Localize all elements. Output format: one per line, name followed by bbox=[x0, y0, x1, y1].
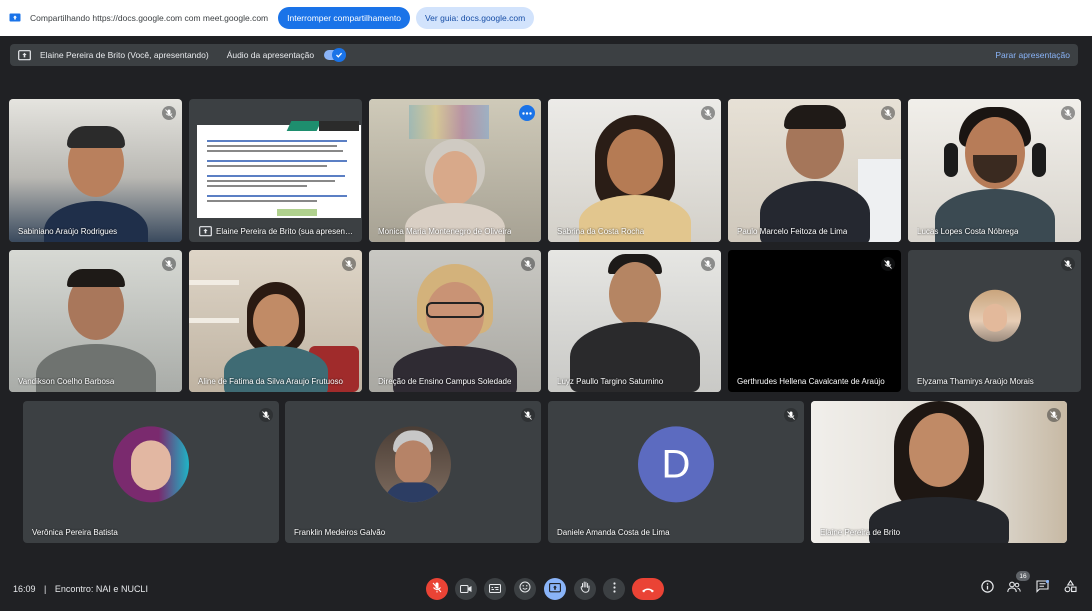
participant-name: Luyz Paullo Targino Saturnino bbox=[557, 377, 664, 386]
shared-document-preview bbox=[197, 121, 361, 218]
hand-icon bbox=[580, 580, 591, 598]
check-icon bbox=[332, 48, 347, 62]
participant-name: Sabrina da Costa Rocha bbox=[557, 227, 645, 236]
clock-time: 16:09 bbox=[13, 584, 36, 594]
participant-name: Elaine Pereira de Brito (sua apresentaçã… bbox=[216, 227, 355, 236]
people-button[interactable] bbox=[1006, 581, 1022, 597]
participant-tile[interactable]: Monica Maria Montenegro de Oliveira bbox=[369, 99, 541, 242]
participant-tile[interactable]: Elaine Pereira de Brito bbox=[811, 401, 1067, 543]
more-options-icon[interactable] bbox=[519, 105, 535, 121]
participant-tile[interactable]: Elyzama Thamirys Araújo Morais bbox=[908, 250, 1081, 392]
present-screen-icon bbox=[8, 12, 22, 24]
meeting-info: 16:09 | Encontro: NAI e NUCLI bbox=[13, 584, 148, 594]
chat-icon bbox=[1035, 579, 1049, 598]
participant-name: Elaine Pereira de Brito bbox=[820, 528, 901, 537]
people-icon bbox=[1007, 580, 1021, 598]
participant-name: Monica Maria Montenegro de Oliveira bbox=[378, 227, 512, 236]
mic-off-icon bbox=[1061, 257, 1075, 271]
meeting-title: Encontro: NAI e NUCLI bbox=[54, 584, 148, 594]
mic-off-icon bbox=[162, 257, 176, 271]
stop-sharing-button[interactable]: Interromper compartilhamento bbox=[278, 7, 410, 29]
participant-name: Sabiniano Araújo Rodrigues bbox=[18, 227, 118, 236]
present-screen-icon bbox=[198, 224, 212, 238]
present-button[interactable] bbox=[544, 578, 566, 600]
activities-icon bbox=[1064, 579, 1077, 598]
participant-tile[interactable]: Aline de Fatima da Silva Araujo Frutuoso bbox=[189, 250, 362, 392]
mic-off-icon bbox=[432, 580, 442, 598]
sharing-status-text: Compartilhando https://docs.google.com c… bbox=[30, 13, 269, 23]
camera-icon bbox=[460, 580, 472, 598]
participant-name: Vandikson Coelho Barbosa bbox=[18, 377, 115, 386]
avatar: D bbox=[638, 426, 714, 503]
mic-off-icon bbox=[784, 408, 798, 422]
view-tab-button[interactable]: Ver guia: docs.google.com bbox=[415, 7, 535, 29]
raise-hand-button[interactable] bbox=[574, 578, 596, 600]
mic-off-icon bbox=[521, 408, 535, 422]
participant-tile[interactable]: Franklin Medeiros Galvão bbox=[285, 401, 541, 543]
mic-off-icon bbox=[881, 106, 895, 120]
captions-icon bbox=[489, 580, 501, 598]
mic-off-icon bbox=[1047, 408, 1061, 422]
mic-off-icon bbox=[162, 106, 176, 120]
participant-name: Verônica Pereira Batista bbox=[32, 528, 118, 537]
participant-tile[interactable]: Sabiniano Araújo Rodrigues bbox=[9, 99, 182, 242]
info-icon bbox=[980, 580, 994, 598]
more-options-button[interactable] bbox=[603, 578, 625, 600]
captions-button[interactable] bbox=[484, 578, 506, 600]
presentation-audio-toggle[interactable] bbox=[324, 48, 347, 62]
participant-tile[interactable]: Verônica Pereira Batista bbox=[23, 401, 279, 543]
participant-name: Aline de Fatima da Silva Araujo Frutuoso bbox=[198, 377, 343, 386]
participant-tile[interactable]: Sabrina da Costa Rocha bbox=[548, 99, 721, 242]
participant-tile[interactable]: Paulo Marcelo Feitoza de Lima bbox=[728, 99, 901, 242]
present-screen-icon bbox=[18, 49, 32, 61]
presentation-tile[interactable]: Elaine Pereira de Brito (sua apresentaçã… bbox=[189, 99, 362, 242]
participant-tile[interactable]: D Daniele Amanda Costa de Lima bbox=[548, 401, 804, 543]
participant-tile[interactable]: Gerthrudes Hellena Cavalcante de Araújo bbox=[728, 250, 901, 392]
mic-off-icon bbox=[1061, 106, 1075, 120]
participant-name: Gerthrudes Hellena Cavalcante de Araújo bbox=[737, 377, 885, 386]
participant-name: Lucas Lopes Costa Nóbrega bbox=[917, 227, 1019, 236]
stop-presenting-button[interactable]: Parar apresentação bbox=[995, 50, 1070, 60]
camera-toggle-button[interactable] bbox=[455, 578, 477, 600]
mic-off-icon bbox=[701, 257, 715, 271]
meeting-details-button[interactable] bbox=[979, 580, 995, 598]
participant-tile[interactable]: Vandikson Coelho Barbosa bbox=[9, 250, 182, 392]
reactions-button[interactable] bbox=[514, 578, 536, 600]
mic-off-icon bbox=[259, 408, 273, 422]
call-end-icon bbox=[641, 580, 655, 598]
mic-off-icon bbox=[701, 106, 715, 120]
avatar bbox=[113, 426, 189, 503]
participant-name: Paulo Marcelo Feitoza de Lima bbox=[737, 227, 848, 236]
more-vert-icon bbox=[612, 580, 616, 598]
sharing-banner: Compartilhando https://docs.google.com c… bbox=[0, 0, 1092, 36]
emoji-icon bbox=[519, 580, 531, 598]
present-screen-icon bbox=[549, 580, 561, 598]
activities-button[interactable] bbox=[1062, 579, 1078, 598]
mic-off-icon bbox=[342, 257, 356, 271]
separator: | bbox=[44, 584, 47, 594]
presenter-name: Elaine Pereira de Brito (Você, apresenta… bbox=[40, 50, 209, 60]
avatar bbox=[968, 289, 1021, 342]
mic-off-icon bbox=[881, 257, 895, 271]
mic-off-icon bbox=[521, 257, 535, 271]
participant-name: Franklin Medeiros Galvão bbox=[294, 528, 386, 537]
presentation-audio-label: Áudio da apresentação bbox=[226, 50, 315, 60]
presenter-bar: Elaine Pereira de Brito (Você, apresenta… bbox=[10, 44, 1078, 66]
avatar bbox=[375, 426, 451, 503]
mic-toggle-button[interactable] bbox=[426, 578, 448, 600]
participant-tile[interactable]: Luyz Paullo Targino Saturnino bbox=[548, 250, 721, 392]
participant-name: Direção de Ensino Campus Soledade bbox=[378, 377, 512, 386]
leave-call-button[interactable] bbox=[632, 578, 664, 600]
participant-tile[interactable]: Direção de Ensino Campus Soledade bbox=[369, 250, 541, 392]
participant-name: Daniele Amanda Costa de Lima bbox=[557, 528, 670, 537]
chat-button[interactable] bbox=[1034, 579, 1050, 598]
participant-name: Elyzama Thamirys Araújo Morais bbox=[917, 377, 1034, 386]
participant-tile[interactable]: Lucas Lopes Costa Nóbrega bbox=[908, 99, 1081, 242]
